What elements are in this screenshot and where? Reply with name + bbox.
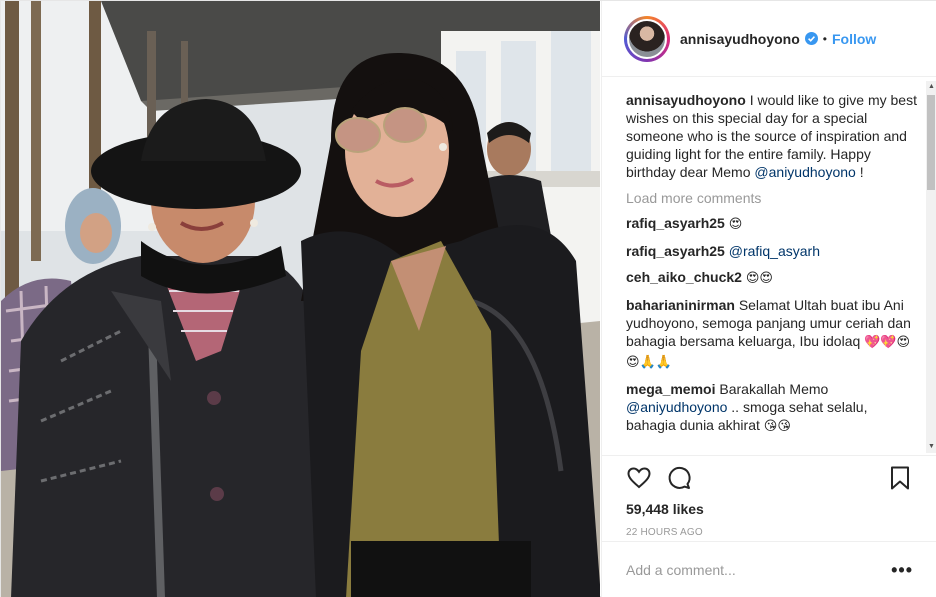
scrollbar-thumb[interactable] bbox=[927, 95, 935, 190]
header-separator: • bbox=[822, 31, 827, 46]
likes-count[interactable]: 59,448 likes bbox=[626, 501, 913, 517]
comment-item: baharianinirman Selamat Ultah buat ibu A… bbox=[626, 296, 919, 372]
comment-item: rafiq_asyarh25 😍 bbox=[626, 214, 919, 234]
bookmark-icon[interactable] bbox=[887, 465, 913, 491]
comment-mention[interactable]: @rafiq_asyarh bbox=[729, 243, 820, 259]
comment-item: rafiq_asyarh25 @rafiq_asyarh bbox=[626, 242, 919, 260]
action-icons-row bbox=[626, 456, 913, 500]
post-header: annisayudhoyono • Follow bbox=[602, 1, 936, 77]
comment-username[interactable]: rafiq_asyarh25 bbox=[626, 215, 725, 231]
comment-username[interactable]: rafiq_asyarh25 bbox=[626, 243, 725, 259]
more-options-icon[interactable]: ••• bbox=[891, 561, 913, 579]
comment-icon[interactable] bbox=[666, 465, 692, 491]
header-username[interactable]: annisayudhoyono bbox=[680, 31, 800, 47]
comment-emoji: 😘😘 bbox=[763, 419, 791, 434]
post-caption: annisayudhoyono I would like to give my … bbox=[626, 91, 919, 181]
load-more-comments-button[interactable]: Load more comments bbox=[626, 190, 919, 206]
scroll-down-arrow-icon[interactable]: ▼ bbox=[928, 443, 935, 450]
add-comment-input[interactable] bbox=[626, 562, 892, 578]
post-photo-image bbox=[1, 1, 600, 597]
follow-button[interactable]: Follow bbox=[832, 31, 876, 47]
comments-scrollbar[interactable]: ▲ ▼ bbox=[926, 81, 936, 453]
caption-mention[interactable]: @aniyudhoyono bbox=[754, 164, 855, 180]
heart-icon[interactable] bbox=[626, 465, 652, 491]
comment-emoji: 😍😍 bbox=[745, 271, 773, 286]
comment-item: ceh_aiko_chuck2 😍😍 bbox=[626, 268, 919, 288]
post-photo[interactable] bbox=[1, 1, 600, 597]
post-window: annisayudhoyono • Follow annisayudhoyono… bbox=[0, 0, 936, 597]
comments-list[interactable]: annisayudhoyono I would like to give my … bbox=[602, 78, 936, 455]
avatar[interactable] bbox=[627, 18, 667, 59]
add-comment-bar: ••• bbox=[602, 541, 936, 597]
comment-mention[interactable]: @aniyudhoyono bbox=[626, 399, 727, 415]
post-timestamp[interactable]: 22 HOURS AGO bbox=[626, 527, 913, 538]
comment-text: Barakallah Memo bbox=[719, 381, 829, 397]
comment-username[interactable]: mega_memoi bbox=[626, 381, 715, 397]
comment-item: mega_memoi Barakallah Memo @aniyudhoyono… bbox=[626, 380, 919, 436]
post-actions: 59,448 likes 22 HOURS AGO bbox=[602, 455, 936, 541]
scroll-up-arrow-icon[interactable]: ▲ bbox=[928, 83, 935, 90]
caption-text-end: ! bbox=[859, 164, 864, 180]
comment-username[interactable]: ceh_aiko_chuck2 bbox=[626, 269, 742, 285]
comment-emoji: 😍 bbox=[728, 217, 743, 232]
avatar-story-ring[interactable] bbox=[624, 15, 670, 62]
verified-badge-icon bbox=[804, 32, 818, 45]
caption-username[interactable]: annisayudhoyono bbox=[626, 92, 746, 108]
post-sidebar: annisayudhoyono • Follow annisayudhoyono… bbox=[601, 1, 936, 597]
comment-username[interactable]: baharianinirman bbox=[626, 297, 735, 313]
